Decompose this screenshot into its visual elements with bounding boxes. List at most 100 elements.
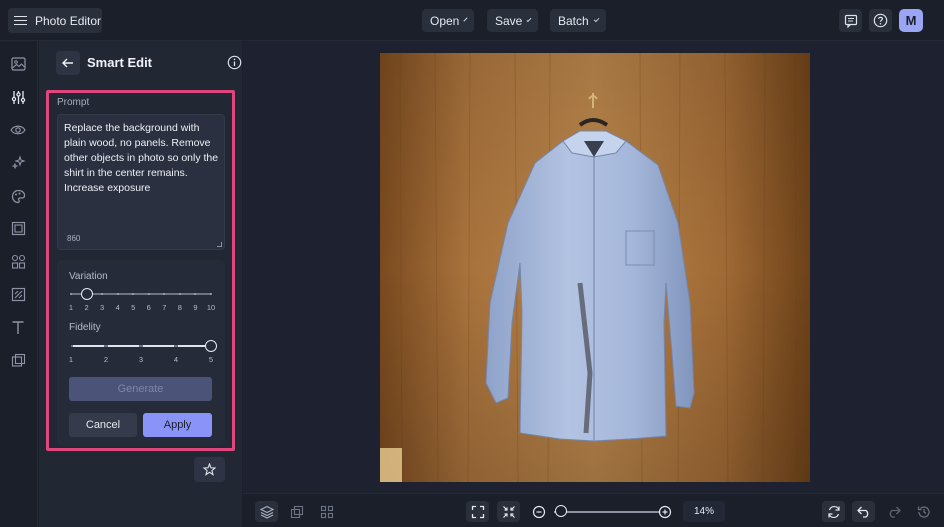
batch-dropdown[interactable]: Batch	[550, 9, 606, 32]
cancel-button[interactable]: Cancel	[69, 413, 137, 437]
help-icon	[873, 13, 888, 28]
grid-button[interactable]	[315, 501, 338, 522]
zoom-in-icon	[658, 505, 671, 518]
slider-thumb[interactable]	[80, 287, 93, 300]
fidelity-label: Fidelity	[69, 322, 101, 333]
chevron-down-icon	[463, 16, 468, 22]
apply-button[interactable]: Apply	[143, 413, 212, 437]
generation-settings: Variation 1 2 3 4 5 6 7 8 9 10 Fidelity 1 2 3 4 5 Gen…	[57, 260, 225, 446]
slider-tick-label: 1	[68, 303, 74, 312]
top-bar: Photo Editor Open Save Batch M	[0, 0, 944, 41]
char-count: 860	[67, 234, 81, 243]
compare-icon	[290, 505, 303, 518]
graphics-icon[interactable]	[10, 352, 26, 368]
slider-thumb[interactable]	[205, 339, 217, 352]
slider-segment	[143, 345, 174, 347]
zoom-slider-track[interactable]	[554, 511, 659, 513]
shrink-icon	[502, 505, 515, 518]
variation-slider[interactable]: 1 2 3 4 5 6 7 8 9 10	[57, 284, 225, 314]
slider-tick-label: 2	[84, 303, 89, 312]
prompt-label: Prompt	[57, 97, 90, 108]
history-button[interactable]	[912, 501, 935, 522]
slider-tick	[210, 292, 212, 295]
rotate-button[interactable]	[822, 501, 845, 522]
grid-icon	[320, 505, 333, 518]
actual-size-button[interactable]	[497, 501, 520, 522]
info-button[interactable]	[227, 55, 242, 70]
back-button[interactable]	[56, 51, 80, 75]
arrow-left-icon	[62, 58, 73, 68]
shirt-photo-image	[380, 53, 810, 482]
help-button[interactable]	[869, 9, 892, 32]
resize-handle-icon[interactable]	[217, 242, 222, 247]
text-icon[interactable]	[10, 319, 26, 335]
adjust-icon[interactable]	[10, 89, 26, 105]
redo-button[interactable]	[882, 501, 905, 522]
frame-icon[interactable]	[10, 220, 26, 236]
panel-title: Smart Edit	[87, 55, 153, 70]
slider-tick-label: 6	[146, 303, 151, 312]
prompt-textarea[interactable]: Replace the background with plain wood, …	[57, 114, 225, 250]
save-label: Save	[495, 13, 523, 28]
app-menu-button[interactable]: Photo Editor	[8, 8, 102, 33]
info-icon	[227, 55, 242, 70]
palette-icon[interactable]	[10, 188, 26, 204]
fit-screen-button[interactable]	[466, 501, 489, 522]
star-icon	[203, 463, 216, 476]
slider-tick-label: 4	[115, 303, 120, 312]
sparkle-icon[interactable]	[10, 154, 26, 170]
texture-icon[interactable]	[10, 286, 26, 302]
slider-tick-label: 1	[68, 355, 74, 364]
open-label: Open	[430, 13, 460, 28]
open-dropdown[interactable]: Open	[422, 9, 474, 32]
comment-icon	[844, 14, 857, 28]
zoom-value[interactable]: 14%	[683, 501, 725, 522]
history-icon	[917, 505, 930, 518]
slider-tick-label: 5	[131, 303, 136, 312]
slider-tick-label: 9	[193, 303, 198, 312]
slider-tick	[70, 292, 72, 295]
fidelity-slider[interactable]: 1 2 3 4 5	[57, 336, 225, 366]
slider-tick	[132, 292, 135, 295]
slider-tick-label: 2	[103, 355, 109, 364]
photo-canvas[interactable]	[380, 53, 810, 482]
slider-tick-label: 8	[177, 303, 182, 312]
save-dropdown[interactable]: Save	[487, 9, 538, 32]
chevron-down-icon	[526, 16, 532, 22]
shapes-icon[interactable]	[10, 253, 26, 269]
prompt-text: Replace the background with plain wood, …	[64, 122, 219, 194]
slider-tick	[147, 292, 150, 295]
refresh-icon	[827, 505, 840, 518]
generate-button[interactable]: Generate	[69, 377, 212, 401]
feedback-button[interactable]	[839, 9, 862, 32]
slider-tick-label: 3	[100, 303, 105, 312]
layers-button[interactable]	[255, 501, 278, 522]
undo-button[interactable]	[852, 501, 875, 522]
zoom-in-button[interactable]	[653, 501, 676, 522]
compare-button[interactable]	[285, 501, 308, 522]
eye-icon[interactable]	[10, 122, 26, 138]
zoom-out-icon	[532, 505, 545, 518]
slider-tick-label: 7	[162, 303, 167, 312]
image-icon[interactable]	[10, 56, 26, 72]
layers-icon	[259, 505, 274, 519]
slider-tick-label: 4	[173, 355, 179, 364]
batch-label: Batch	[558, 13, 589, 28]
redo-icon	[889, 506, 901, 518]
app-title: Photo Editor	[35, 13, 102, 28]
slider-tick-label: 10	[206, 303, 216, 312]
tool-rail	[0, 41, 38, 527]
bottom-bar: 14%	[243, 493, 944, 527]
avatar[interactable]: M	[899, 9, 923, 32]
slider-segment	[108, 345, 139, 347]
chevron-down-icon	[593, 16, 600, 22]
slider-tick	[116, 292, 119, 295]
slider-tick-label: 5	[208, 355, 214, 364]
zoom-slider-thumb[interactable]	[555, 505, 567, 517]
favorite-button[interactable]	[194, 457, 225, 482]
expand-icon	[471, 505, 484, 518]
zoom-out-button[interactable]	[527, 501, 550, 522]
slider-tick	[101, 292, 104, 295]
slider-tick	[178, 292, 181, 295]
hamburger-icon	[14, 15, 27, 26]
